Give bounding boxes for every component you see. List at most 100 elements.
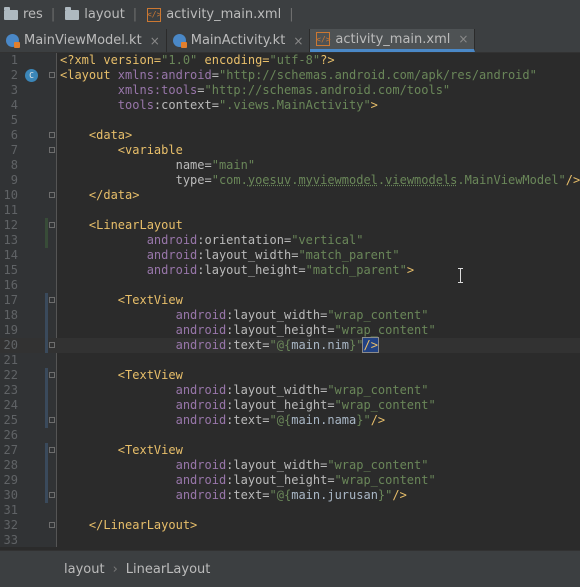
code-line[interactable]: 22 <TextView [0, 368, 580, 383]
breadcrumb-res[interactable]: res | [0, 0, 61, 29]
code-line[interactable]: 25 android:text="@{main.nama}"/> [0, 413, 580, 428]
code-line[interactable]: 5 [0, 113, 580, 128]
line-number: 26 [3, 428, 18, 442]
code-text: android:text="@{main.nim}"/> [60, 337, 379, 353]
code-line[interactable]: 7 <variable [0, 143, 580, 158]
vcs-change-marker[interactable] [45, 368, 48, 383]
code-line[interactable]: 14 android:layout_width="match_parent" [0, 248, 580, 263]
code-token: "utf-8" [269, 53, 321, 67]
class-reference-icon[interactable]: C [25, 69, 38, 82]
code-line[interactable]: 13 android:orientation="vertical" [0, 233, 580, 248]
code-line[interactable]: 3 xmlns:tools="http://schemas.android.co… [0, 83, 580, 98]
code-token: }" [356, 413, 371, 427]
code-line[interactable]: 2 C <layout xmlns:android="http://schemas.… [0, 68, 580, 83]
fold-toggle-icon[interactable] [49, 192, 55, 198]
code-token: .MainViewModel" [457, 173, 566, 187]
code-line[interactable]: 1 <?xml version="1.0" encoding="utf-8"?> [0, 53, 580, 68]
code-token: /> [370, 413, 386, 427]
code-text: <TextView [60, 293, 183, 308]
code-line[interactable]: 4 tools:context=".views.MainActivity"> [0, 98, 580, 113]
vcs-change-marker[interactable] [45, 458, 48, 473]
code-line[interactable]: 17 <TextView [0, 293, 580, 308]
code-editor[interactable]: 1 <?xml version="1.0" encoding="utf-8"?> 2… [0, 53, 580, 547]
code-token: }" [377, 488, 393, 502]
breadcrumb-activity-main[interactable]: </> activity_main.xml | [143, 0, 299, 29]
code-line[interactable]: 11 [0, 203, 580, 218]
code-line[interactable]: 28 android:layout_width="wrap_content" [0, 458, 580, 473]
vcs-change-marker[interactable] [45, 218, 48, 233]
code-line[interactable]: 18 android:layout_width="wrap_content" [0, 308, 580, 323]
breadcrumb-layout[interactable]: layout | [61, 0, 143, 29]
fold-toggle-icon[interactable] [49, 447, 55, 453]
line-number: 5 [10, 113, 18, 127]
code-line[interactable]: 32 </LinearLayout> [0, 518, 580, 533]
line-number: 16 [3, 278, 18, 292]
code-line[interactable]: 9 type="com.yoesuv.myviewmodel.viewmodel… [0, 173, 580, 188]
tab-activity-main[interactable]: </> activity_main.xml × [310, 29, 476, 52]
structure-item-linearlayout[interactable]: LinearLayout [126, 562, 211, 577]
code-line[interactable]: 15 android:layout_height="match_parent"> [0, 263, 580, 278]
code-token: android [175, 383, 227, 397]
vcs-change-marker[interactable] [45, 473, 48, 488]
code-line[interactable]: 12 <LinearLayout [0, 218, 580, 233]
fold-toggle-icon[interactable] [49, 72, 55, 78]
close-icon[interactable]: × [458, 32, 468, 46]
fold-toggle-icon[interactable] [49, 342, 55, 348]
vcs-change-marker[interactable] [45, 413, 48, 428]
code-line[interactable]: 26 [0, 428, 580, 443]
code-token: :layout_width= [226, 383, 328, 397]
code-line[interactable]: 24 android:layout_height="wrap_content" [0, 398, 580, 413]
fold-toggle-icon[interactable] [49, 132, 55, 138]
code-line[interactable]: 31 [0, 503, 580, 518]
vcs-change-marker[interactable] [45, 443, 48, 458]
code-line[interactable]: 16 [0, 278, 580, 293]
code-token: "http://schemas.android.com/apk/res/andr… [218, 68, 537, 82]
vcs-change-marker[interactable] [45, 398, 48, 413]
vcs-change-marker[interactable] [45, 323, 48, 338]
kotlin-file-icon [172, 34, 187, 48]
fold-toggle-icon[interactable] [49, 522, 55, 528]
fold-toggle-icon[interactable] [49, 222, 55, 228]
code-line[interactable]: 27 <TextView [0, 443, 580, 458]
code-token: android [175, 338, 227, 352]
close-icon[interactable]: × [150, 34, 160, 48]
code-line[interactable]: 30 android:text="@{main.jurusan}"/> [0, 488, 580, 503]
tab-mainactivity[interactable]: MainActivity.kt × [167, 29, 311, 52]
code-line[interactable]: 10 </data> [0, 188, 580, 203]
line-number: 30 [3, 488, 18, 502]
close-icon[interactable]: × [293, 34, 303, 48]
fold-toggle-icon[interactable] [49, 147, 55, 153]
vcs-change-marker[interactable] [45, 308, 48, 323]
code-line[interactable]: 19 android:layout_height="wrap_content" [0, 323, 580, 338]
code-line[interactable]: 20 android:text="@{main.nim}"/> [0, 337, 580, 353]
fold-toggle-icon[interactable] [49, 492, 55, 498]
code-line[interactable]: 23 android:layout_width="wrap_content" [0, 383, 580, 398]
tab-mainviewmodel[interactable]: MainViewModel.kt × [0, 29, 167, 52]
vcs-change-marker[interactable] [45, 488, 48, 503]
code-line[interactable]: 8 name="main" [0, 158, 580, 173]
structure-item-layout[interactable]: layout [64, 562, 105, 577]
vcs-change-marker[interactable] [45, 233, 48, 248]
line-number: 23 [3, 383, 18, 397]
code-line[interactable]: 6 <data> [0, 128, 580, 143]
vcs-change-marker[interactable] [45, 338, 48, 353]
fold-toggle-icon[interactable] [49, 417, 55, 423]
code-token: main.nim [291, 338, 350, 352]
code-token: yoesuv [247, 173, 292, 187]
code-text: <LinearLayout [60, 218, 183, 233]
code-line[interactable]: 29 android:layout_height="wrap_content" [0, 473, 580, 488]
fold-toggle-icon[interactable] [49, 372, 55, 378]
vcs-change-marker[interactable] [45, 383, 48, 398]
vcs-change-marker[interactable] [45, 293, 48, 308]
code-token: = [197, 83, 205, 97]
fold-toggle-icon[interactable] [49, 297, 55, 303]
code-token: <layout [60, 68, 118, 82]
code-line[interactable]: 33 [0, 533, 580, 547]
line-number: 11 [3, 203, 18, 217]
code-text: android:layout_height="match_parent"> [60, 263, 414, 278]
tab-label: MainActivity.kt [190, 33, 286, 48]
code-line[interactable]: 21 [0, 353, 580, 368]
